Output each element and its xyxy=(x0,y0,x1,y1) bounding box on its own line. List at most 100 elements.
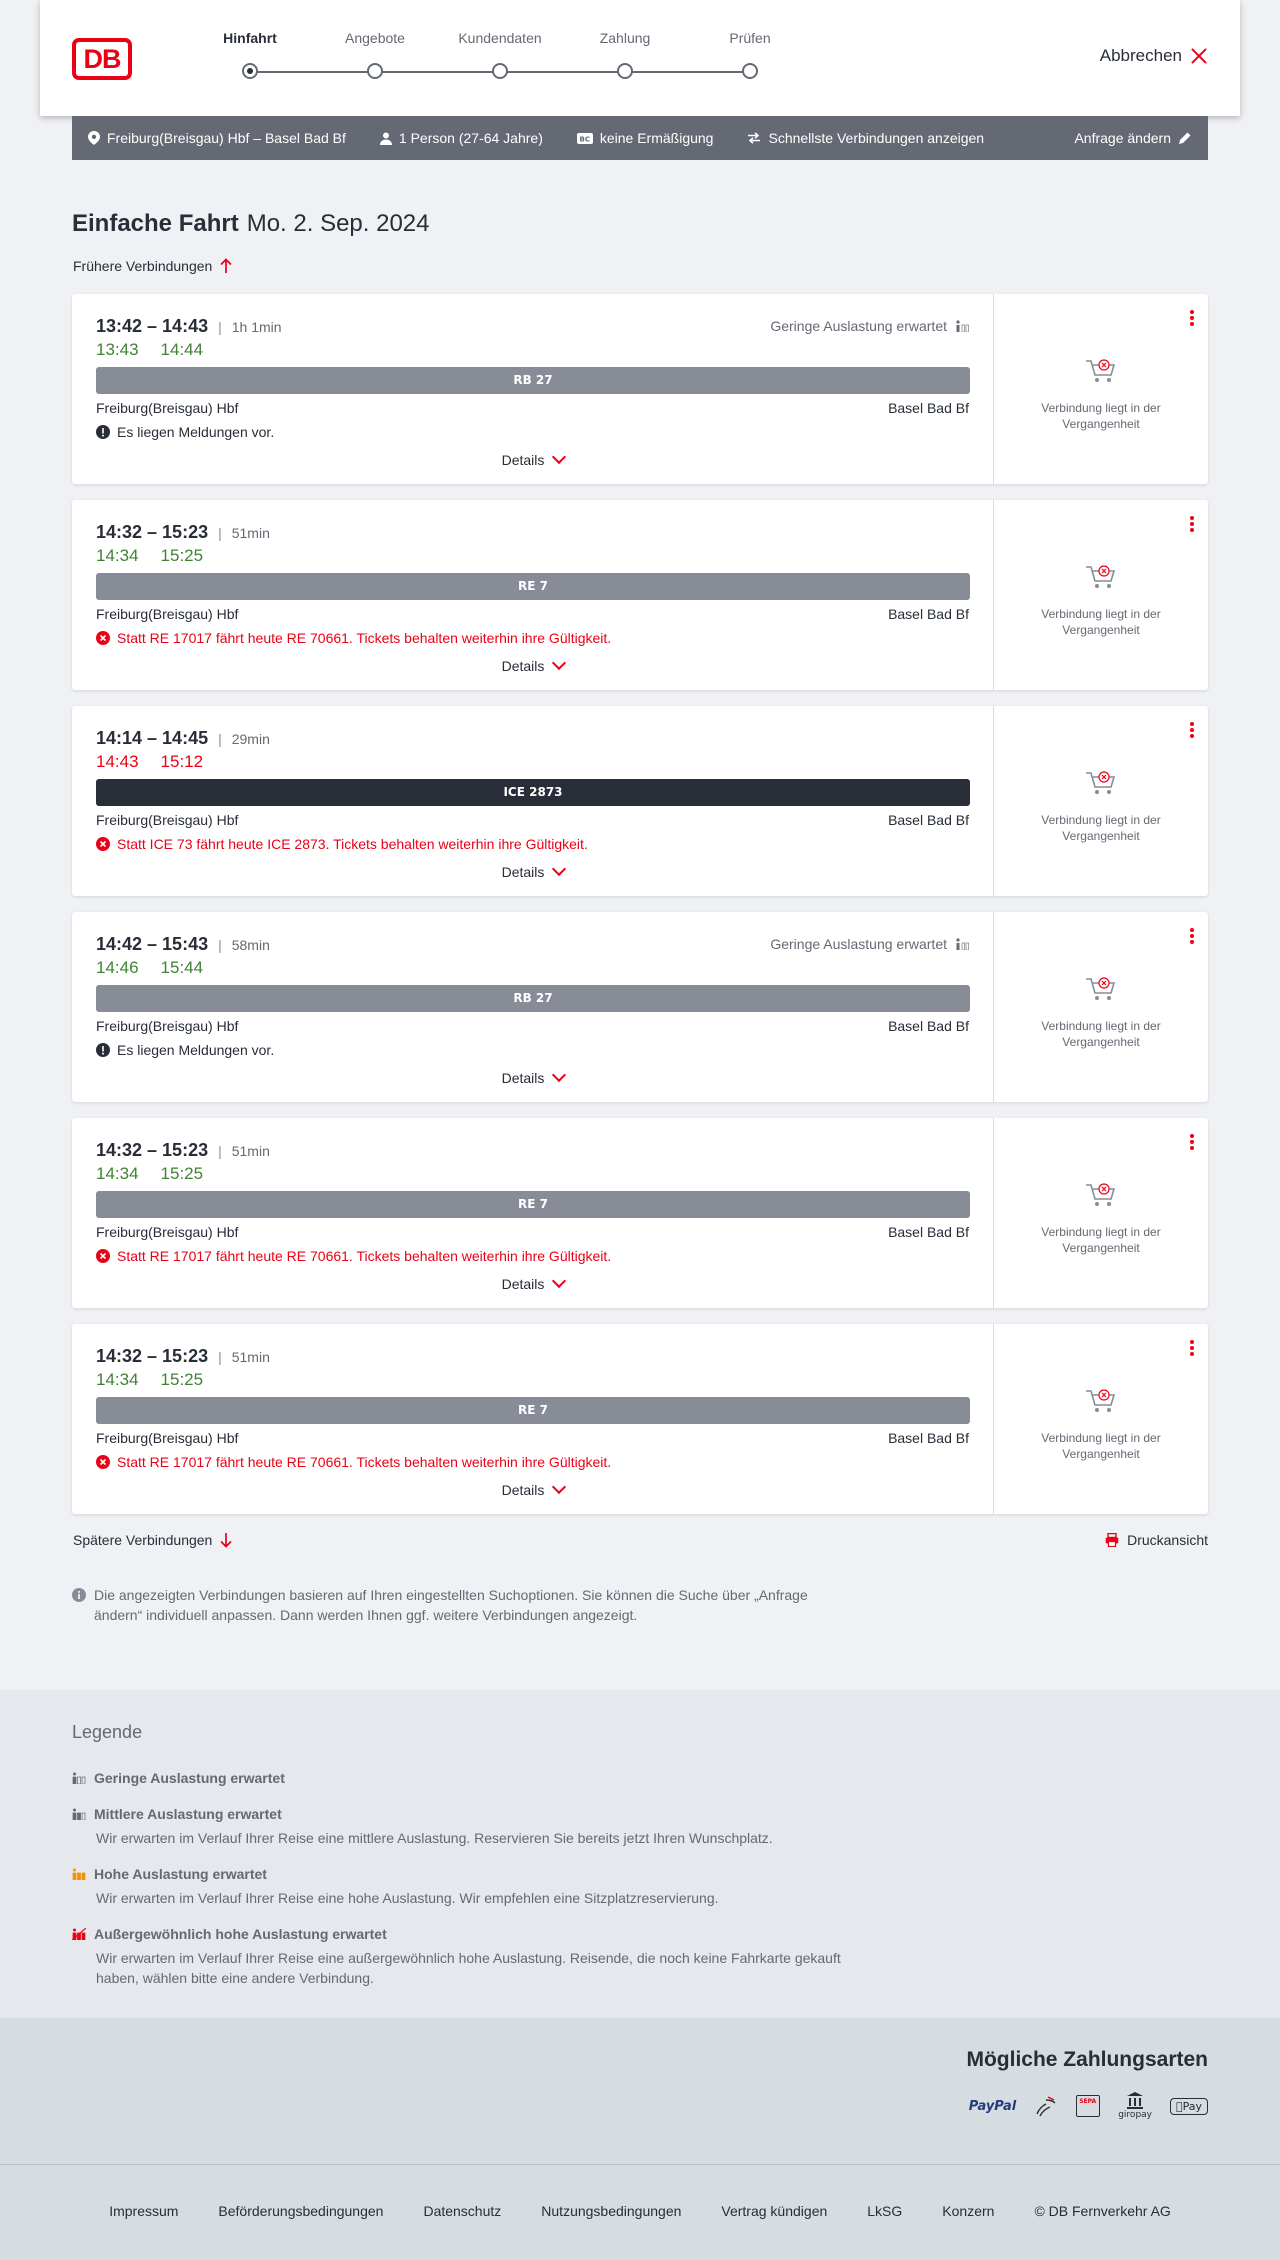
planned-times: 14:32 – 15:23 xyxy=(96,1140,209,1160)
connection-card[interactable]: 14:32 – 15:23 | 51min 14:34 15:25 RE 7 F… xyxy=(72,1118,1208,1308)
details-label: Details xyxy=(501,658,545,674)
connection-main[interactable]: 14:32 – 15:23 | 51min 14:34 15:25 RE 7 F… xyxy=(72,1324,994,1514)
earlier-connections-link[interactable]: Frühere Verbindungen xyxy=(73,258,232,274)
query-route-text: Freiburg(Breisgau) Hbf – Basel Bad Bf xyxy=(107,130,346,146)
cart-unavailable-icon xyxy=(1086,359,1116,382)
connection-main[interactable]: 14:42 – 15:43 | 58min Geringe Auslastung… xyxy=(72,912,994,1102)
connection-card[interactable]: 14:32 – 15:23 | 51min 14:34 15:25 RE 7 F… xyxy=(72,1324,1208,1514)
departure-station: Freiburg(Breisgau) Hbf xyxy=(96,812,239,828)
train-segment-bar[interactable]: RE 7 xyxy=(96,573,970,600)
later-connections-link[interactable]: Spätere Verbindungen xyxy=(73,1532,232,1548)
page-footer: Impressum Beförderungsbedingungen Datensch… xyxy=(0,2164,1280,2260)
details-label: Details xyxy=(501,864,545,880)
legend-description: Wir erwarten im Verlauf Ihrer Reise eine… xyxy=(96,1830,773,1846)
connection-card[interactable]: 13:42 – 14:43 | 1h 1min Geringe Auslastu… xyxy=(72,294,1208,484)
train-segment-bar[interactable]: ICE 2873 xyxy=(96,779,970,806)
connection-message: Statt RE 17017 fährt heute RE 70661. Tic… xyxy=(96,1248,611,1264)
connection-card[interactable]: 14:42 – 15:43 | 58min Geringe Auslastung… xyxy=(72,912,1208,1102)
duration: 29min xyxy=(231,730,270,747)
train-segment-bar[interactable]: RB 27 xyxy=(96,367,970,394)
footer-link[interactable]: Konzern xyxy=(942,2203,994,2219)
arrow-up-icon xyxy=(220,258,232,273)
footer-link[interactable]: Impressum xyxy=(109,2203,178,2219)
duration: 51min xyxy=(231,1142,270,1159)
details-toggle[interactable]: Details xyxy=(72,1273,994,1292)
step-label: Hinfahrt xyxy=(223,30,277,46)
planned-times: 14:14 – 14:45 xyxy=(96,728,209,748)
details-toggle[interactable]: Details xyxy=(72,655,994,674)
legend-section: Legende Geringe Auslastung erwartet Mitt… xyxy=(0,1690,1280,2018)
train-segment-bar[interactable]: RE 7 xyxy=(96,1397,970,1424)
train-name: RE 7 xyxy=(518,579,548,593)
credit-card-hand-icon xyxy=(1036,2096,1056,2117)
arrival-station: Basel Bad Bf xyxy=(888,812,969,828)
connection-message: Es liegen Meldungen vor. xyxy=(96,424,274,440)
legend-description: Wir erwarten im Verlauf Ihrer Reise eine… xyxy=(96,1890,719,1906)
legend-item: Hohe Auslastung erwartet Wir erwarten im… xyxy=(72,1866,856,1908)
print-view-link[interactable]: Druckansicht xyxy=(1105,1532,1208,1548)
past-connection-note: Verbindung liegt in der Vergangenheit xyxy=(1041,1225,1161,1255)
query-persons: 1 Person (27-64 Jahre) xyxy=(379,130,543,146)
connection-times: 14:32 – 15:23 | 51min xyxy=(96,1140,270,1161)
realtime-departure: 14:34 xyxy=(96,1164,139,1183)
footer-link[interactable]: LkSG xyxy=(867,2203,902,2219)
earlier-label: Frühere Verbindungen xyxy=(73,258,213,274)
footer-link[interactable]: Beförderungsbedingungen xyxy=(218,2203,383,2219)
edit-query-button[interactable]: Anfrage ändern xyxy=(1074,130,1192,146)
connection-main[interactable]: 14:32 – 15:23 | 51min 14:34 15:25 RE 7 F… xyxy=(72,500,994,690)
message-text: Es liegen Meldungen vor. xyxy=(117,1042,275,1058)
footer-link[interactable]: Nutzungsbedingungen xyxy=(541,2203,681,2219)
departure-station: Freiburg(Breisgau) Hbf xyxy=(96,400,239,416)
connection-main[interactable]: 14:14 – 14:45 | 29min 14:43 15:12 ICE 28… xyxy=(72,706,994,896)
more-options-icon[interactable] xyxy=(1190,722,1194,738)
warning-icon xyxy=(96,425,110,439)
more-options-icon[interactable] xyxy=(1190,1134,1194,1150)
apple-pay-icon: Pay xyxy=(1170,2097,1208,2115)
departure-station: Freiburg(Breisgau) Hbf xyxy=(96,1224,239,1240)
details-label: Details xyxy=(501,1070,545,1086)
more-options-icon[interactable] xyxy=(1190,1340,1194,1356)
db-logo-text: DB xyxy=(83,43,122,74)
footer-link[interactable]: Datenschutz xyxy=(423,2203,501,2219)
details-toggle[interactable]: Details xyxy=(72,1067,994,1086)
realtime-times: 14:34 15:25 xyxy=(96,546,203,566)
db-logo[interactable]: DB xyxy=(72,38,132,80)
search-info-note: Die angezeigten Verbindungen basieren au… xyxy=(72,1585,852,1625)
details-toggle[interactable]: Details xyxy=(72,1479,994,1498)
train-segment-bar[interactable]: RB 27 xyxy=(96,985,970,1012)
details-toggle[interactable]: Details xyxy=(72,861,994,880)
legend-title-text: Geringe Auslastung erwartet xyxy=(94,1770,285,1786)
message-text: Statt RE 17017 fährt heute RE 70661. Tic… xyxy=(117,630,612,646)
train-segment-bar[interactable]: RE 7 xyxy=(96,1191,970,1218)
cart-unavailable-icon xyxy=(1086,1183,1116,1206)
departure-station: Freiburg(Breisgau) Hbf xyxy=(96,606,239,622)
chevron-down-icon xyxy=(552,861,567,877)
footer-link[interactable]: Vertrag kündigen xyxy=(721,2203,827,2219)
trip-type: Einfache Fahrt xyxy=(72,210,239,237)
separator: | xyxy=(218,936,222,953)
cancel-button[interactable]: Abbrechen xyxy=(1100,46,1208,66)
cancel-label: Abbrechen xyxy=(1099,46,1182,65)
connection-message: Statt RE 17017 fährt heute RE 70661. Tic… xyxy=(96,630,611,646)
paypal-icon: PayPal xyxy=(969,2099,1016,2114)
step-hinfahrt[interactable]: Hinfahrt xyxy=(190,30,310,79)
connection-card[interactable]: 14:32 – 15:23 | 51min 14:34 15:25 RE 7 F… xyxy=(72,500,1208,690)
connection-card[interactable]: 14:14 – 14:45 | 29min 14:43 15:12 ICE 28… xyxy=(72,706,1208,896)
more-options-icon[interactable] xyxy=(1190,516,1194,532)
message-text: Statt ICE 73 fährt heute ICE 2873. Ticke… xyxy=(117,836,588,852)
realtime-departure: 14:34 xyxy=(96,1370,139,1389)
print-icon xyxy=(1105,1533,1119,1547)
svg-text:BC: BC xyxy=(579,135,589,143)
more-options-icon[interactable] xyxy=(1190,928,1194,944)
message-text: Es liegen Meldungen vor. xyxy=(117,424,275,440)
location-pin-icon xyxy=(88,131,100,145)
connection-price-panel: Verbindung liegt in der Vergangenheit xyxy=(994,1118,1208,1308)
arrow-down-icon xyxy=(220,1533,232,1548)
connection-main[interactable]: 14:32 – 15:23 | 51min 14:34 15:25 RE 7 F… xyxy=(72,1118,994,1308)
more-options-icon[interactable] xyxy=(1190,310,1194,326)
connection-main[interactable]: 13:42 – 14:43 | 1h 1min Geringe Auslastu… xyxy=(72,294,994,484)
planned-times: 14:32 – 15:23 xyxy=(96,522,209,542)
realtime-arrival: 14:44 xyxy=(160,340,204,359)
legend-title-text: Mittlere Auslastung erwartet xyxy=(94,1806,282,1822)
details-toggle[interactable]: Details xyxy=(72,449,994,468)
